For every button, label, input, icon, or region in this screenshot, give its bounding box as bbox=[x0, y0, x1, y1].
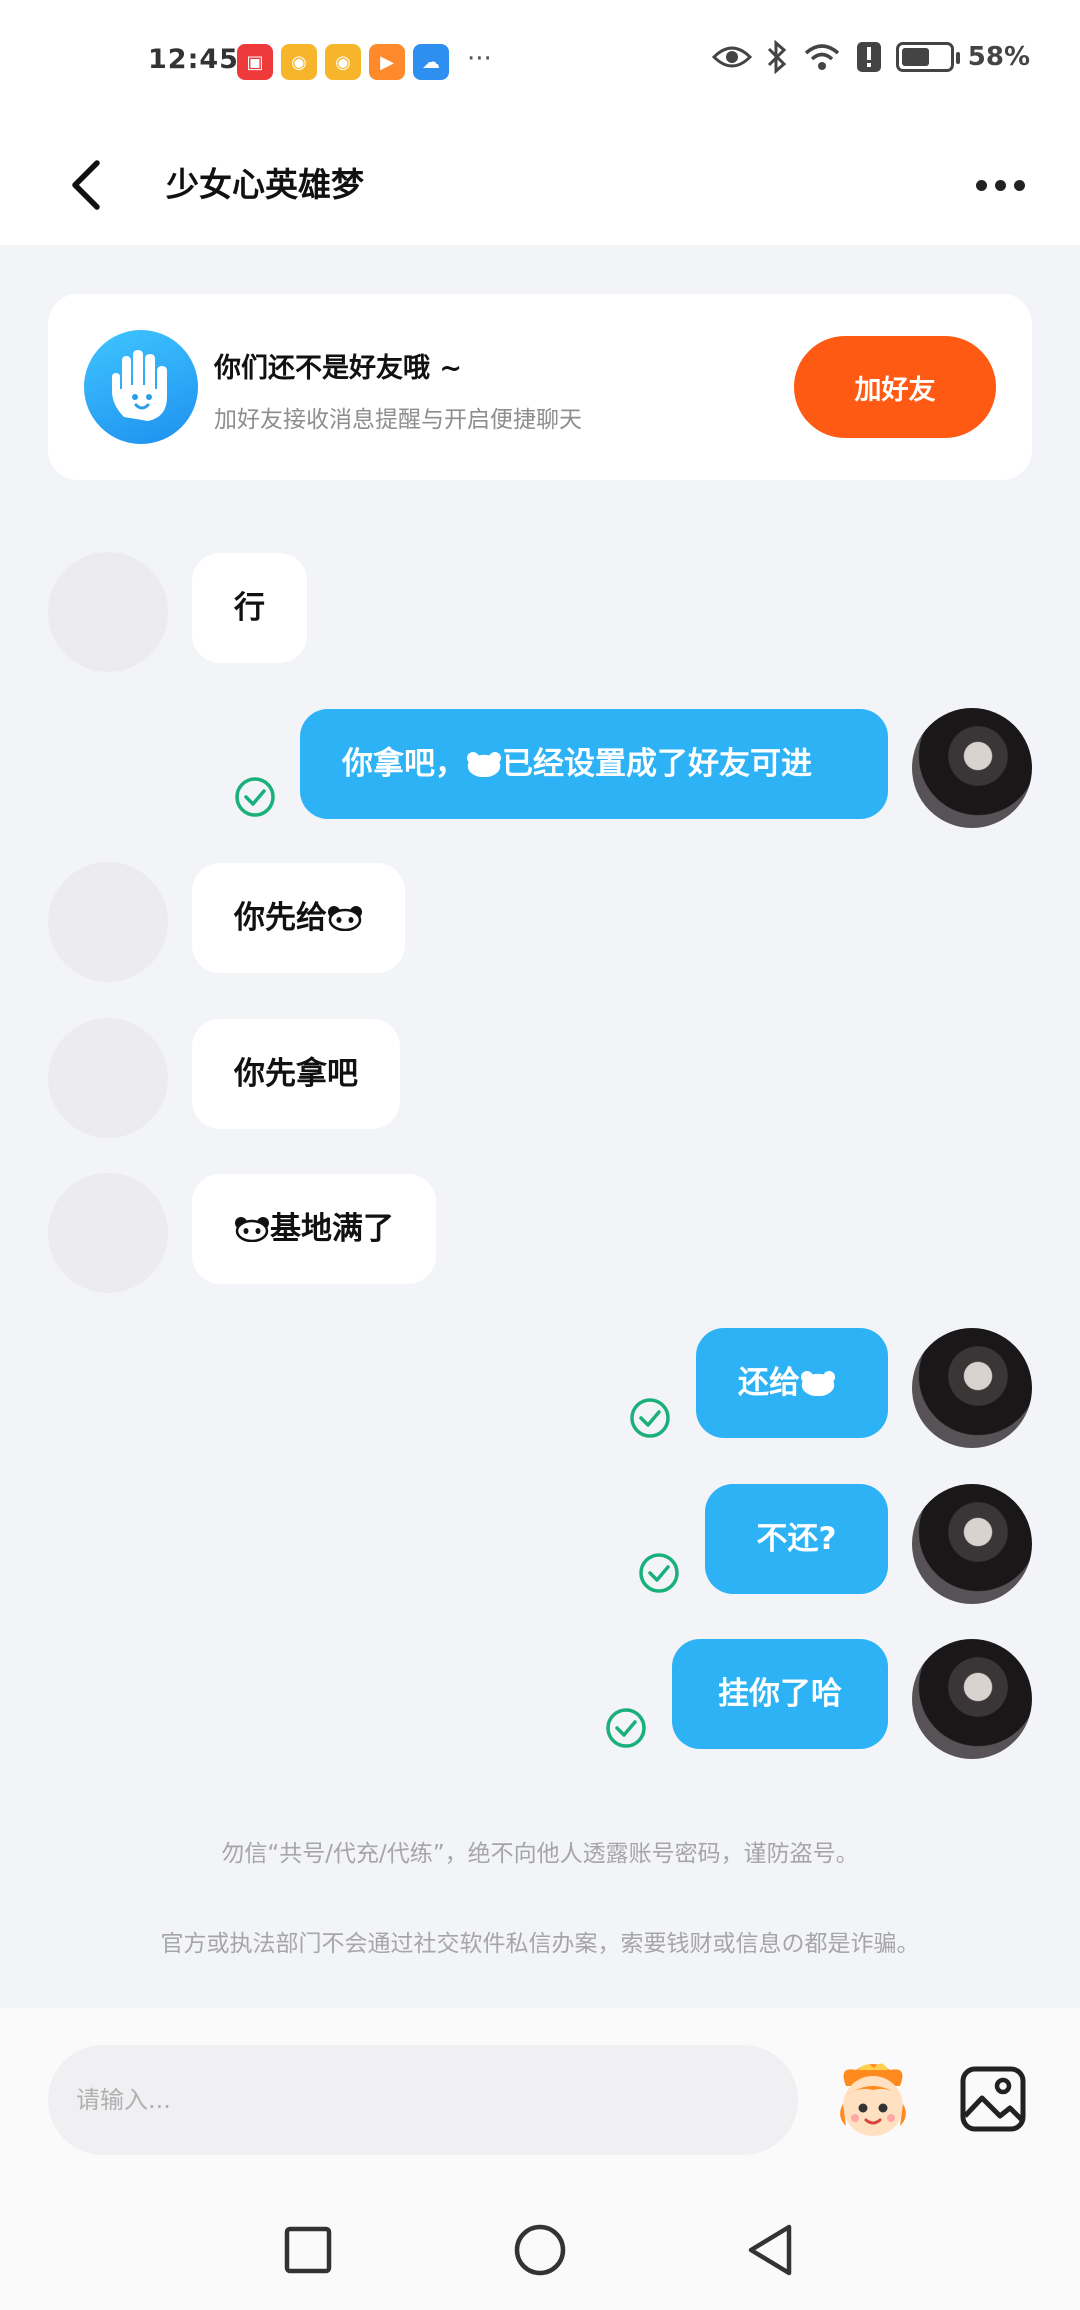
my-avatar[interactable] bbox=[912, 1484, 1032, 1604]
more-options-button[interactable] bbox=[960, 155, 1040, 215]
message-bubble-incoming[interactable]: 基地满了 bbox=[192, 1174, 436, 1284]
panda-emoji-icon bbox=[800, 1370, 836, 1396]
message-text: 你先拿吧 bbox=[234, 1056, 358, 1092]
message-bubble-outgoing[interactable]: 不还? bbox=[705, 1484, 888, 1594]
back-nav-button[interactable] bbox=[740, 2220, 800, 2280]
read-check-icon bbox=[235, 777, 275, 817]
wifi-icon bbox=[804, 44, 839, 70]
read-check-icon bbox=[630, 1398, 670, 1438]
weather-app-icon: ☁ bbox=[413, 44, 449, 80]
add-friend-button[interactable]: 加好友 bbox=[794, 336, 996, 438]
contact-avatar[interactable] bbox=[48, 1018, 168, 1138]
bluetooth-icon bbox=[767, 40, 786, 74]
status-time: 12:45 bbox=[148, 44, 239, 75]
more-dots-icon bbox=[975, 179, 987, 191]
message-text: 你先给 bbox=[234, 900, 327, 936]
emoji-sticker-button[interactable] bbox=[828, 2056, 918, 2146]
video-app-icon: ▶ bbox=[369, 44, 405, 80]
system-nav-bar bbox=[0, 2200, 1080, 2310]
friend-card-subtitle: 加好友接收消息提醒与开启便捷聊天 bbox=[214, 407, 582, 433]
message-bubble-outgoing[interactable]: 还给 bbox=[696, 1328, 888, 1438]
message-text: 基地满了 bbox=[270, 1211, 394, 1247]
message-text: 不还? bbox=[756, 1521, 837, 1557]
my-avatar[interactable] bbox=[912, 1328, 1032, 1448]
notification-icons: ▣ ◉ ◉ ▶ ☁ ··· bbox=[237, 44, 492, 80]
more-dot bbox=[994, 179, 1006, 191]
panda-emoji-icon bbox=[466, 751, 502, 777]
eye-icon bbox=[711, 46, 752, 68]
safety-notice: 勿信“共号/代充/代练”，绝不向他人透露账号密码，谨防盗号。 bbox=[221, 1841, 859, 1867]
message-input[interactable] bbox=[48, 2045, 798, 2155]
square-icon bbox=[284, 2226, 332, 2274]
message-text: 行 bbox=[234, 590, 265, 626]
message-text: 你拿吧， bbox=[342, 746, 466, 782]
weibo-icon: ◉ bbox=[325, 44, 361, 80]
panda-emoji-icon bbox=[327, 905, 363, 931]
read-check-icon bbox=[639, 1553, 679, 1593]
wave-hand-icon bbox=[84, 330, 198, 444]
contact-avatar[interactable] bbox=[48, 552, 168, 672]
message-bubble-outgoing[interactable]: 你拿吧， 已经设置成了好友可进 bbox=[300, 709, 888, 819]
battery-percent: 58% bbox=[967, 42, 1030, 72]
fraud-notice: 官方或执法部门不会通过社交软件私信办案，索要钱财或信息の都是诈骗。 bbox=[160, 1931, 920, 1957]
recent-apps-button[interactable] bbox=[278, 2220, 338, 2280]
chevron-left-icon bbox=[72, 160, 100, 210]
circle-icon bbox=[514, 2224, 566, 2276]
home-button[interactable] bbox=[510, 2220, 570, 2280]
more-dot bbox=[1013, 179, 1025, 191]
friend-card-title: 你们还不是好友哦 ~ bbox=[214, 353, 463, 384]
chat-title: 少女心英雄梦 bbox=[166, 165, 364, 204]
triangle-back-icon bbox=[748, 2224, 792, 2276]
chat-header: 少女心英雄梦 bbox=[0, 125, 1080, 245]
message-bubble-outgoing[interactable]: 挂你了哈 bbox=[672, 1639, 888, 1749]
status-indicators: 58% bbox=[711, 40, 1030, 74]
more-notifications-icon: ··· bbox=[467, 44, 492, 74]
my-avatar[interactable] bbox=[912, 1639, 1032, 1759]
contact-avatar[interactable] bbox=[48, 862, 168, 982]
message-text: 挂你了哈 bbox=[718, 1676, 842, 1712]
battery-level bbox=[901, 48, 929, 66]
battery-icon bbox=[895, 42, 960, 72]
back-button[interactable] bbox=[56, 145, 116, 225]
add-friend-card: 你们还不是好友哦 ~ 加好友接收消息提醒与开启便捷聊天 加好友 bbox=[48, 294, 1032, 480]
my-avatar[interactable] bbox=[912, 708, 1032, 828]
status-bar: 12:45 ▣ ◉ ◉ ▶ ☁ ··· 58% bbox=[0, 0, 1080, 125]
alert-icon bbox=[856, 42, 881, 72]
message-bubble-incoming[interactable]: 你先拿吧 bbox=[192, 1019, 400, 1129]
panda-emoji-icon bbox=[234, 1216, 270, 1242]
message-text: 还给 bbox=[738, 1365, 800, 1401]
contact-avatar[interactable] bbox=[48, 1173, 168, 1293]
image-picker-button[interactable] bbox=[958, 2064, 1028, 2134]
message-text: 已经设置成了好友可进 bbox=[502, 746, 812, 782]
read-check-icon bbox=[606, 1708, 646, 1748]
huawei-app-icon: ▣ bbox=[237, 44, 273, 80]
message-bubble-incoming[interactable]: 行 bbox=[192, 553, 307, 663]
weibo-icon: ◉ bbox=[281, 44, 317, 80]
message-bubble-incoming[interactable]: 你先给 bbox=[192, 863, 405, 973]
